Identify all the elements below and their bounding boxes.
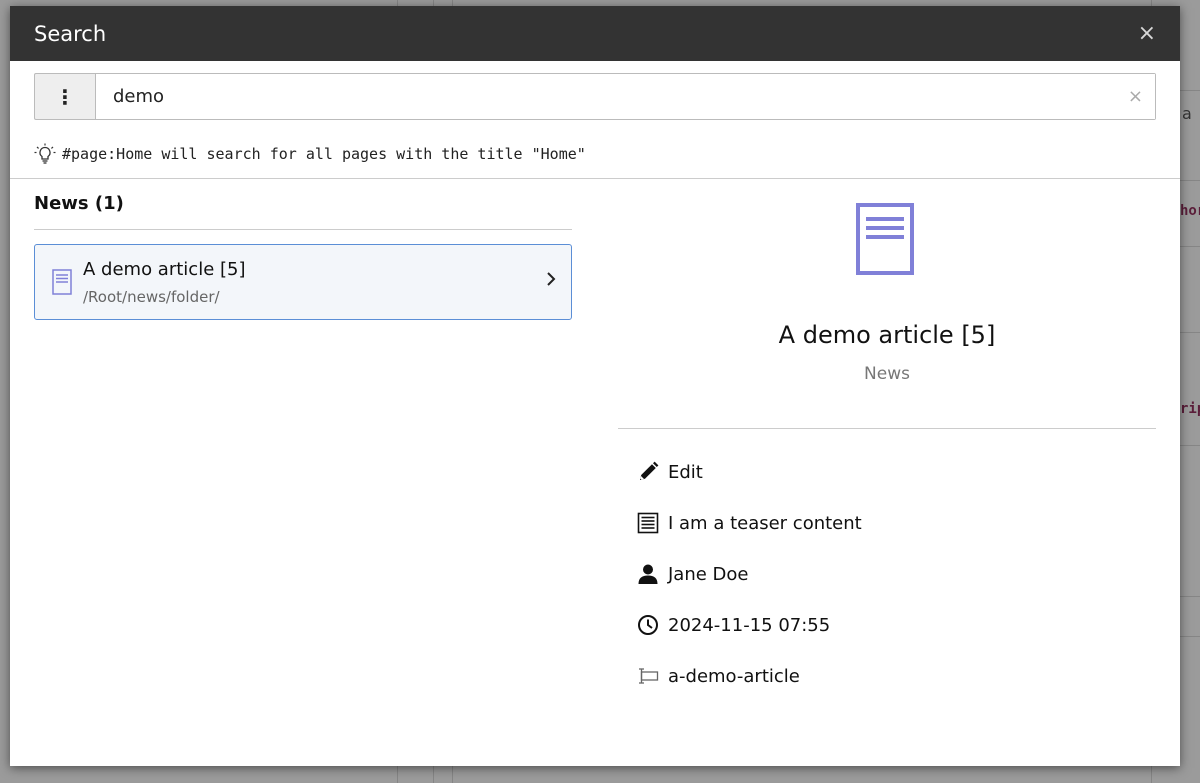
edit-label: Edit (668, 461, 703, 483)
text-content-icon (636, 511, 660, 535)
author-name: Jane Doe (668, 563, 749, 585)
user-icon (636, 562, 660, 586)
document-preview-icon (856, 203, 914, 275)
datetime-value: 2024-11-15 07:55 (668, 614, 831, 636)
background-text: hor (1180, 203, 1200, 219)
result-group-title: News (1) (34, 193, 124, 214)
result-title: A demo article [5] (83, 259, 246, 280)
hint-text: #page:Home will search for all pages wit… (62, 145, 586, 163)
slug-value: a-demo-article (668, 665, 800, 687)
slug-icon (636, 664, 660, 688)
background-line (1180, 332, 1200, 333)
background-line (1180, 445, 1200, 446)
preview-divider (618, 428, 1156, 429)
search-bar: ⋮ × (34, 73, 1156, 120)
chevron-right-icon (547, 272, 556, 286)
datetime-row: 2024-11-15 07:55 (636, 613, 830, 637)
section-divider (10, 178, 1180, 179)
modal-header: Search × (10, 6, 1180, 61)
background-text: a (1182, 104, 1192, 123)
background-text: rip (1180, 401, 1200, 417)
lightbulb-icon (34, 143, 56, 164)
search-result-item[interactable]: A demo article [5] /Root/news/folder/ (34, 244, 572, 320)
teaser-text: I am a teaser content (668, 512, 862, 534)
search-hint: #page:Home will search for all pages wit… (34, 143, 586, 165)
group-divider (34, 229, 572, 230)
search-input[interactable] (96, 74, 1155, 119)
pencil-icon (636, 460, 660, 484)
result-path: /Root/news/folder/ (83, 288, 220, 306)
preview-title: A demo article [5] (778, 321, 996, 349)
search-input-wrapper: × (95, 73, 1156, 120)
preview-record-type: News (864, 364, 910, 384)
teaser-row: I am a teaser content (636, 511, 862, 535)
clock-icon (636, 613, 660, 637)
background-line (1180, 180, 1200, 181)
background-line (1180, 246, 1200, 247)
clear-search-button[interactable]: × (1128, 86, 1143, 107)
close-button[interactable]: × (1138, 22, 1156, 45)
document-icon (52, 269, 72, 295)
slug-row: a-demo-article (636, 664, 800, 688)
edit-link[interactable]: Edit (636, 460, 703, 484)
modal-title: Search (34, 21, 107, 46)
background-line (1180, 90, 1200, 91)
background-line (1180, 596, 1200, 597)
search-modal: Search × ⋮ × #page:Home will search for … (10, 6, 1180, 766)
author-row: Jane Doe (636, 562, 749, 586)
search-options-button[interactable]: ⋮ (34, 73, 95, 120)
background-line (1180, 636, 1200, 637)
